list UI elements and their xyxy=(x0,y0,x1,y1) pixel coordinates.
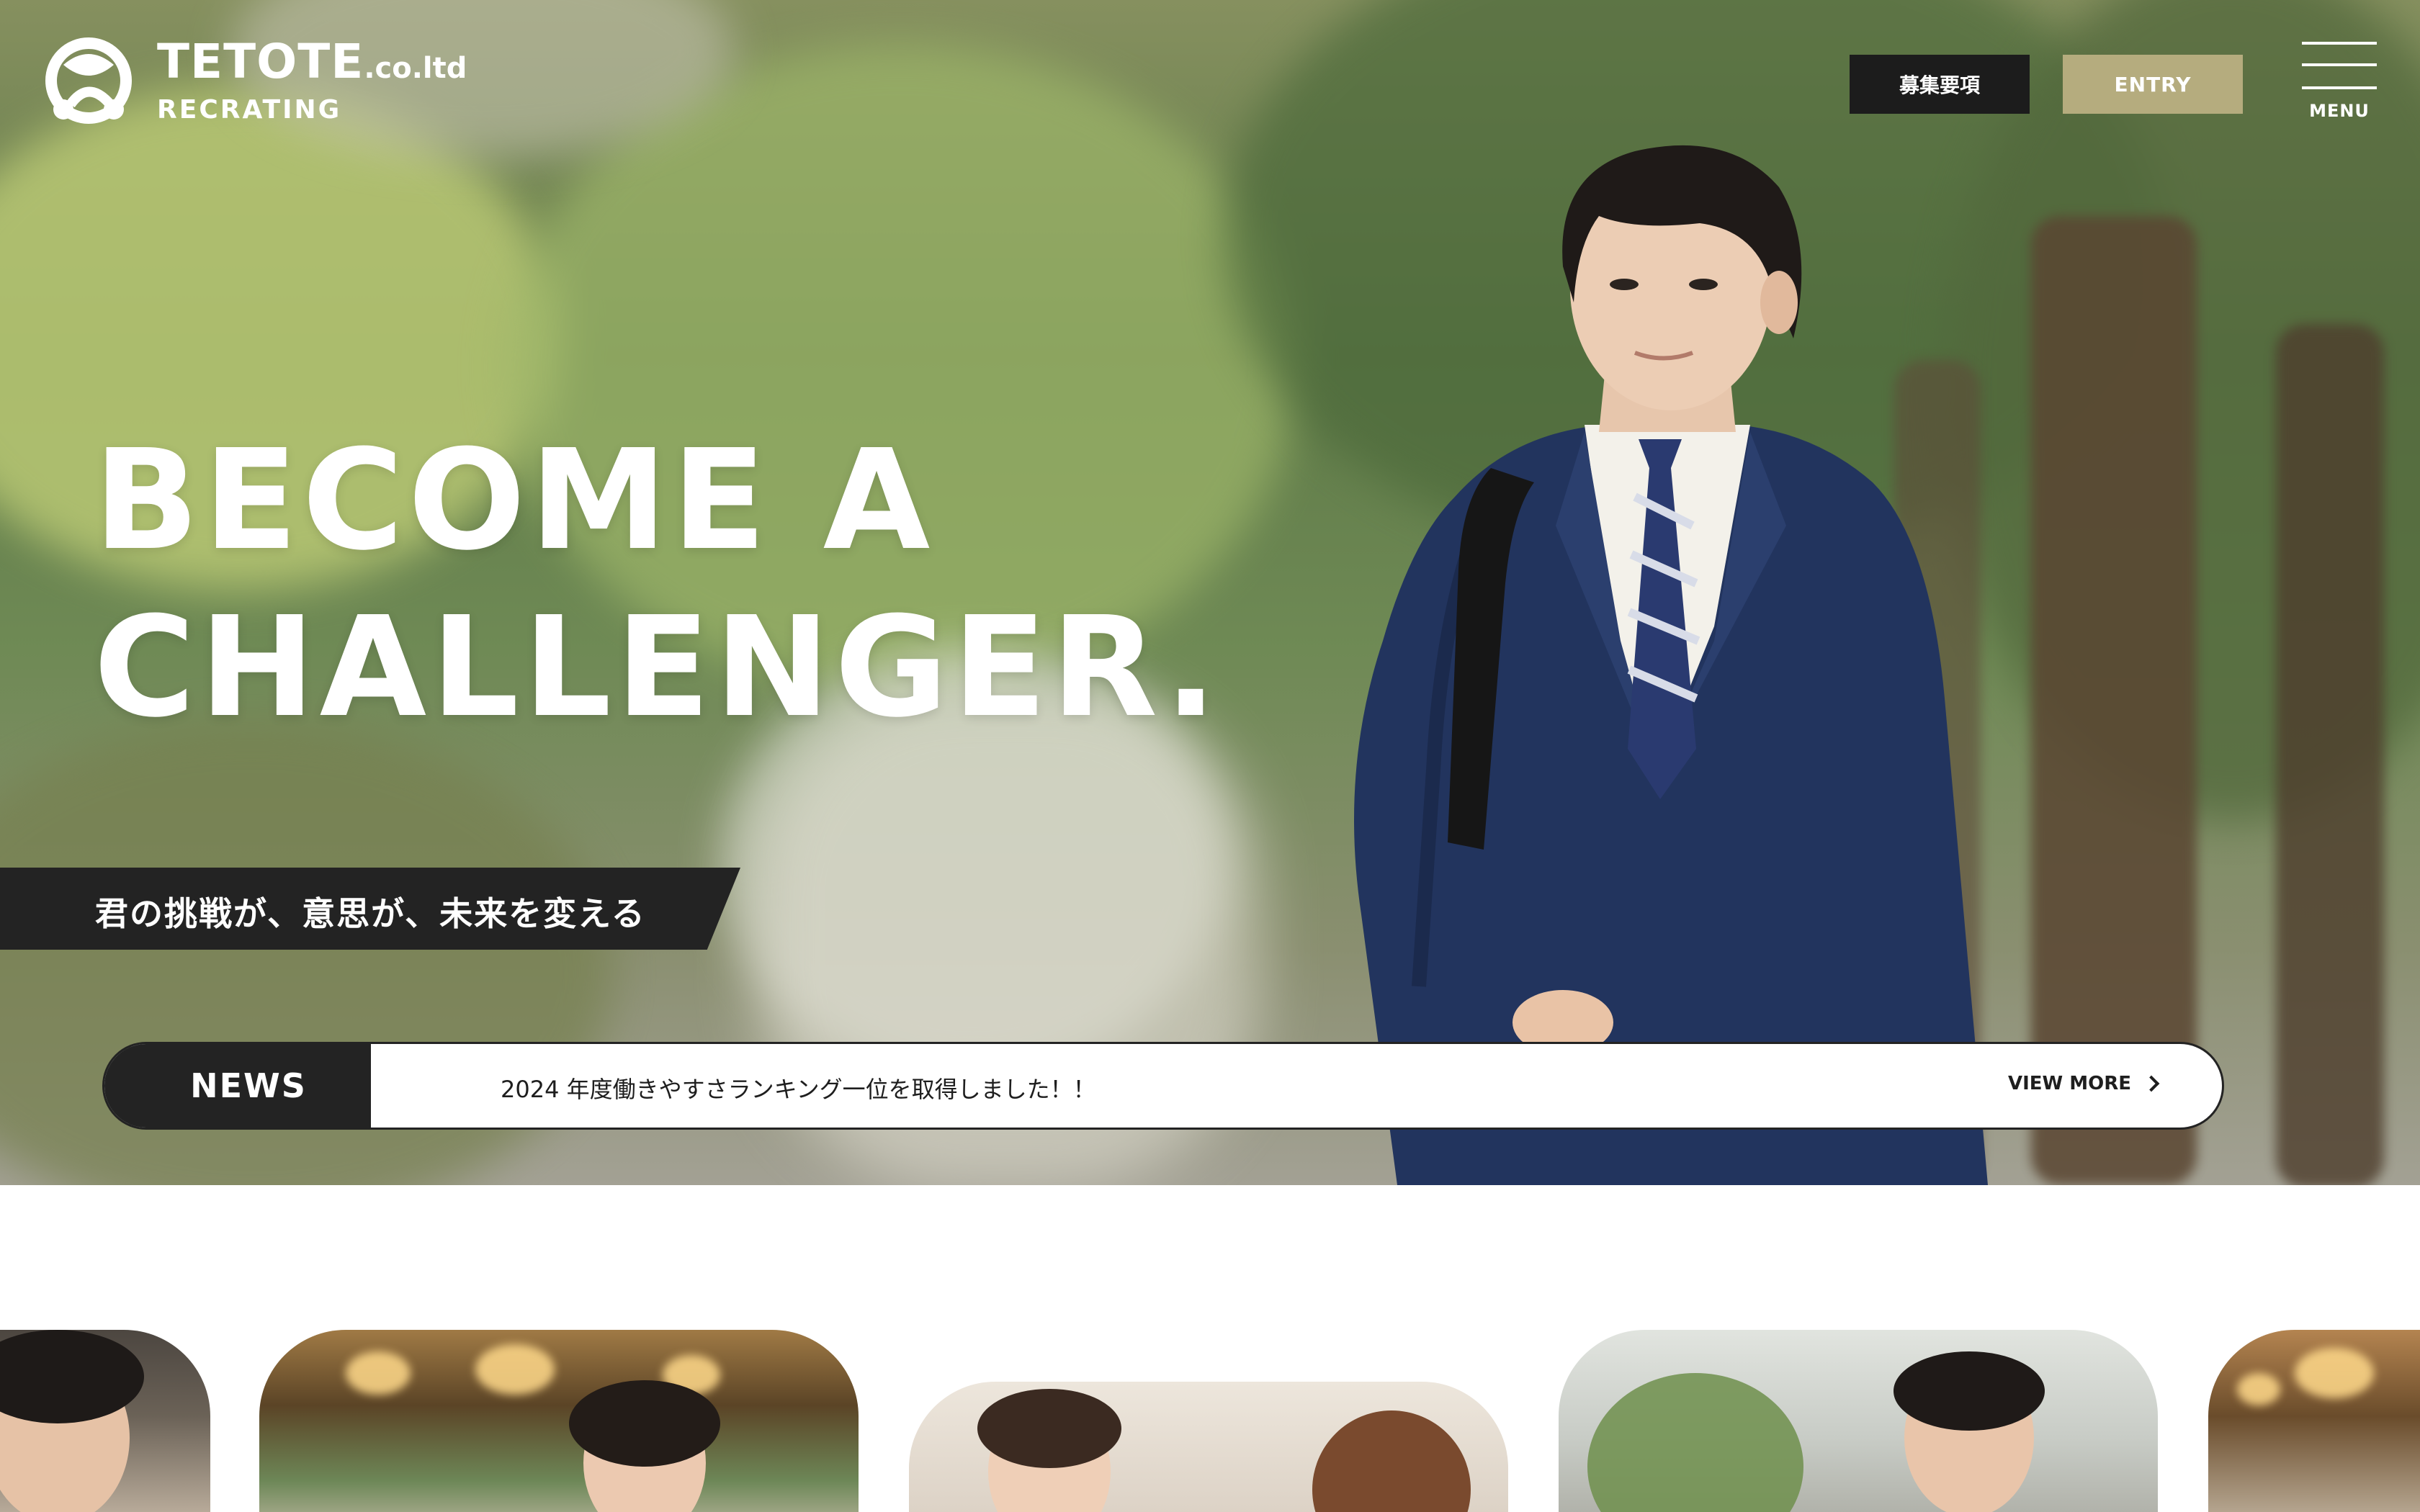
site-logo[interactable]: TETOTE.co.ltd RECRATING xyxy=(42,36,467,126)
tree-trunk xyxy=(2031,216,2197,1185)
view-more-label: VIEW MORE xyxy=(2007,1073,2131,1094)
photo-plant xyxy=(1587,1373,1803,1512)
hero-tagline-banner: 君の挑戦が、意思が、未来を変える xyxy=(0,868,740,950)
tree-trunk xyxy=(2276,324,2384,1185)
photo-person-hair xyxy=(1312,1410,1471,1512)
photo-light xyxy=(475,1344,555,1395)
gallery-photo-card xyxy=(1559,1330,2158,1512)
hamburger-menu-button[interactable]: MENU xyxy=(2302,42,2377,128)
hero-tagline: 君の挑戦が、意思が、未来を変える xyxy=(95,894,646,933)
tetote-logo-icon xyxy=(45,37,132,124)
news-headline-link[interactable]: 2024 年度働きやすさランキング一位を取得しました！！ xyxy=(501,1071,1096,1104)
hamburger-menu-icon xyxy=(2302,63,2377,66)
photo-person-hair xyxy=(569,1380,720,1467)
gallery-photo-card xyxy=(259,1330,859,1512)
logo-text: TETOTE.co.ltd RECRATING xyxy=(157,36,467,125)
hero-person-image xyxy=(1354,145,1988,1185)
brand-name: TETOTE.co.ltd xyxy=(157,36,467,88)
photo-light xyxy=(2237,1373,2280,1405)
hamburger-menu-icon xyxy=(2302,86,2377,89)
photo-person-hair xyxy=(977,1389,1121,1468)
photo-light xyxy=(346,1351,411,1395)
hero-headline: BECOME A CHALLENGER. xyxy=(94,418,1222,752)
news-label: NEWS xyxy=(104,1044,371,1128)
view-more-link[interactable]: VIEW MORE xyxy=(2007,1073,2160,1094)
page: TETOTE.co.ltd RECRATING 募集要項 ENTRY MENU … xyxy=(0,0,2420,1512)
brand-title: TETOTE xyxy=(157,34,364,89)
sub-brand: RECRATING xyxy=(157,95,342,125)
news-bar[interactable]: NEWS 2024 年度働きやすさランキング一位を取得しました！！ VIEW M… xyxy=(102,1042,2224,1130)
brand-suffix: .co.ltd xyxy=(364,52,467,85)
recruitment-info-button[interactable]: 募集要項 xyxy=(1850,55,2030,114)
hamburger-menu-icon xyxy=(2302,42,2377,45)
hero-headline-line2: CHALLENGER. xyxy=(94,588,1222,748)
hero-section: TETOTE.co.ltd RECRATING 募集要項 ENTRY MENU … xyxy=(0,0,2420,1185)
hero-headline-line1: BECOME A xyxy=(94,420,935,581)
photo-light xyxy=(2295,1348,2374,1398)
gallery-photo-card xyxy=(909,1382,1508,1512)
menu-label: MENU xyxy=(2309,101,2370,121)
gallery-photo-card xyxy=(0,1330,210,1512)
chevron-right-icon xyxy=(2143,1075,2160,1092)
entry-button[interactable]: ENTRY xyxy=(2063,55,2243,114)
photo-person-hair xyxy=(1894,1351,2045,1431)
gallery-photo-card xyxy=(2208,1330,2420,1512)
